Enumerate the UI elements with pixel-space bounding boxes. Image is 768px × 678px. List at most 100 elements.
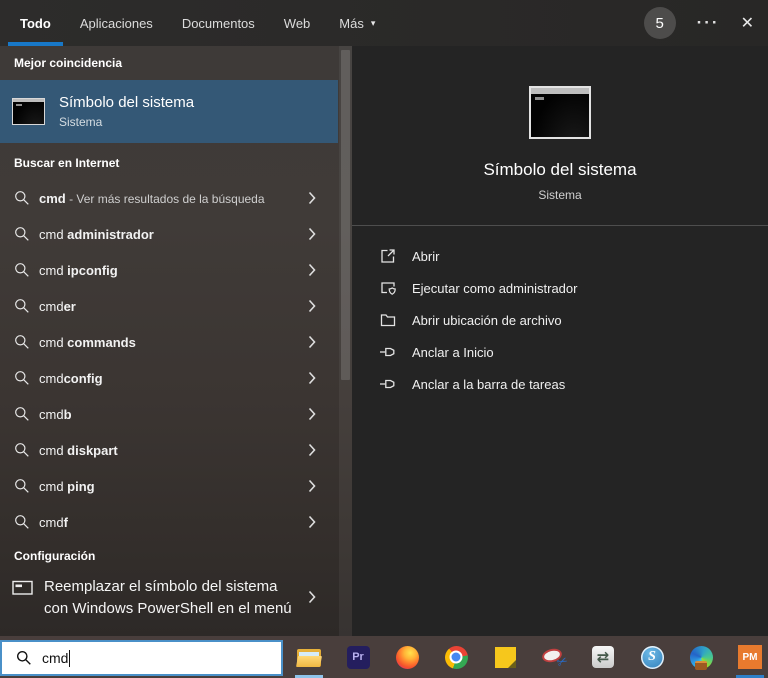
cmd-terminal-icon-large	[529, 86, 591, 139]
search-icon	[14, 442, 30, 458]
search-suggestions-list: cmd - Ver más resultados de la búsqueda c…	[0, 180, 352, 540]
tab-aplicaciones[interactable]: Aplicaciones	[68, 0, 165, 46]
suggestion-text: cmd administrador	[39, 226, 154, 242]
preview-subtitle: Sistema	[538, 188, 582, 202]
search-filter-bar: Todo Aplicaciones Documentos Web Más ▾ 5 ··· …	[0, 0, 768, 46]
search-results-area: Mejor coincidencia Símbolo del sistema S…	[0, 46, 768, 636]
search-icon	[14, 406, 30, 422]
action-abrir[interactable]: Abrir	[352, 240, 768, 272]
tab-web[interactable]: Web	[272, 0, 323, 46]
chevron-right-icon	[308, 263, 316, 277]
taskbar-icon-file-transfer-app[interactable]: ⇄	[591, 636, 615, 678]
search-icon	[14, 298, 30, 314]
topbar-actions: 5 ··· ✕	[643, 7, 768, 39]
search-icon	[16, 650, 32, 666]
suggestion-text: cmd ping	[39, 478, 95, 494]
scrollbar-thumb[interactable]	[341, 50, 350, 381]
chevron-right-icon	[308, 191, 316, 205]
taskbar-icon-firefox[interactable]	[395, 636, 419, 678]
console-window-icon	[12, 580, 33, 596]
file-location-icon	[379, 311, 397, 329]
taskbar-icon-pm-app[interactable]: PM	[736, 636, 764, 678]
action-label: Anclar a la barra de tareas	[412, 376, 566, 392]
search-suggestion-item[interactable]: cmdf	[0, 504, 352, 540]
action-anclar-a-inicio[interactable]: Anclar a Inicio	[352, 336, 768, 368]
taskbar-icon-s-app[interactable]: S	[640, 636, 664, 678]
more-options-icon[interactable]: ···	[697, 13, 720, 33]
context-actions-list: Abrir Ejecutar como administrador Abrir ub…	[352, 240, 768, 400]
best-match-item[interactable]: Símbolo del sistema Sistema	[0, 80, 338, 143]
action-label: Anclar a Inicio	[412, 344, 494, 360]
search-input-value: cmd	[42, 650, 69, 666]
action-abrir-ubicacion-de-archivo[interactable]: Abrir ubicación de archivo	[352, 304, 768, 336]
taskbar-icon-chrome[interactable]	[444, 636, 468, 678]
search-icon	[14, 190, 30, 206]
tab-label: Todo	[20, 15, 51, 31]
suggestion-text: cmd ipconfig	[39, 262, 118, 278]
cmd-terminal-icon	[12, 98, 45, 125]
taskbar: cmd Pr ✂ ⇄ S PM	[0, 636, 768, 678]
taskbar-icon-disc-scissors-app[interactable]: ✂	[540, 636, 570, 678]
tab-label: Más	[339, 15, 364, 31]
suggestion-text: cmd diskpart	[39, 442, 118, 458]
search-suggestion-item[interactable]: cmd commands	[0, 324, 352, 360]
taskbar-icon-premiere[interactable]: Pr	[346, 636, 370, 678]
taskbar-icon-sticky-notes[interactable]	[493, 636, 517, 678]
action-ejecutar-como-administrador[interactable]: Ejecutar como administrador	[352, 272, 768, 304]
chevron-right-icon	[308, 371, 316, 385]
pin-icon	[379, 343, 397, 361]
tab-mas[interactable]: Más ▾	[327, 0, 387, 46]
best-match-text: Símbolo del sistema Sistema	[59, 94, 194, 129]
search-suggestion-item[interactable]: cmd administrador	[0, 216, 352, 252]
pin-icon	[379, 375, 397, 393]
settings-result-text: Reemplazar el símbolo del sistema con Wi…	[44, 578, 292, 617]
search-suggestion-item[interactable]: cmder	[0, 288, 352, 324]
search-suggestion-item[interactable]: cmd diskpart	[0, 432, 352, 468]
run-as-admin-icon	[379, 279, 397, 297]
tab-todo[interactable]: Todo	[8, 0, 63, 46]
section-header-settings: Configuración	[14, 549, 96, 563]
chevron-right-icon	[308, 443, 316, 457]
chevron-right-icon	[308, 407, 316, 421]
chevron-right-icon	[308, 335, 316, 349]
action-label: Abrir	[412, 248, 440, 264]
tab-label: Aplicaciones	[79, 15, 153, 31]
close-icon[interactable]: ✕	[741, 13, 754, 33]
text-caret	[69, 649, 71, 667]
search-suggestion-item[interactable]: cmdb	[0, 396, 352, 432]
dropdown-arrow-icon: ▾	[370, 17, 376, 28]
preview-panel: Símbolo del sistema Sistema Abrir Ejecuta…	[352, 46, 768, 636]
section-header-search-internet: Buscar en Internet	[14, 156, 120, 170]
tab-documentos[interactable]: Documentos	[170, 0, 267, 46]
preview-title: Símbolo del sistema	[483, 160, 637, 179]
search-icon	[14, 262, 30, 278]
suggestion-text: cmder	[39, 298, 76, 314]
chevron-right-icon	[308, 299, 316, 313]
action-anclar-a-la-barra-de-tareas[interactable]: Anclar a la barra de tareas	[352, 368, 768, 400]
search-suggestion-item[interactable]: cmd - Ver más resultados de la búsqueda	[0, 180, 352, 216]
search-icon	[14, 478, 30, 494]
suggestion-text: cmd commands	[39, 334, 136, 350]
search-icon	[14, 514, 30, 530]
left-panel-scrollbar[interactable]	[339, 46, 352, 636]
search-icon	[14, 226, 30, 242]
account-badge[interactable]: 5	[643, 7, 676, 39]
taskbar-icon-edge-work-profile[interactable]	[689, 636, 713, 678]
settings-result-item[interactable]: Reemplazar el símbolo del sistema con Wi…	[0, 572, 352, 620]
taskbar-icon-file-explorer[interactable]	[295, 636, 323, 678]
divider	[352, 225, 768, 226]
chevron-right-icon	[308, 590, 316, 604]
search-suggestion-item[interactable]: cmd ping	[0, 468, 352, 504]
search-icon	[14, 370, 30, 386]
taskbar-search-input[interactable]: cmd	[0, 640, 283, 676]
suggestion-text: cmdf	[39, 514, 68, 530]
suggestion-text: cmd - Ver más resultados de la búsqueda	[39, 190, 265, 206]
search-suggestion-item[interactable]: cmd ipconfig	[0, 252, 352, 288]
best-match-title: Símbolo del sistema	[59, 94, 195, 111]
section-header-best-match: Mejor coincidencia	[14, 56, 123, 70]
action-label: Ejecutar como administrador	[412, 280, 578, 296]
best-match-subtitle: Sistema	[59, 115, 103, 129]
search-suggestion-item[interactable]: cmdconfig	[0, 360, 352, 396]
tab-label: Web	[283, 15, 311, 31]
tab-bar: Todo Aplicaciones Documentos Web Más ▾	[0, 0, 392, 46]
